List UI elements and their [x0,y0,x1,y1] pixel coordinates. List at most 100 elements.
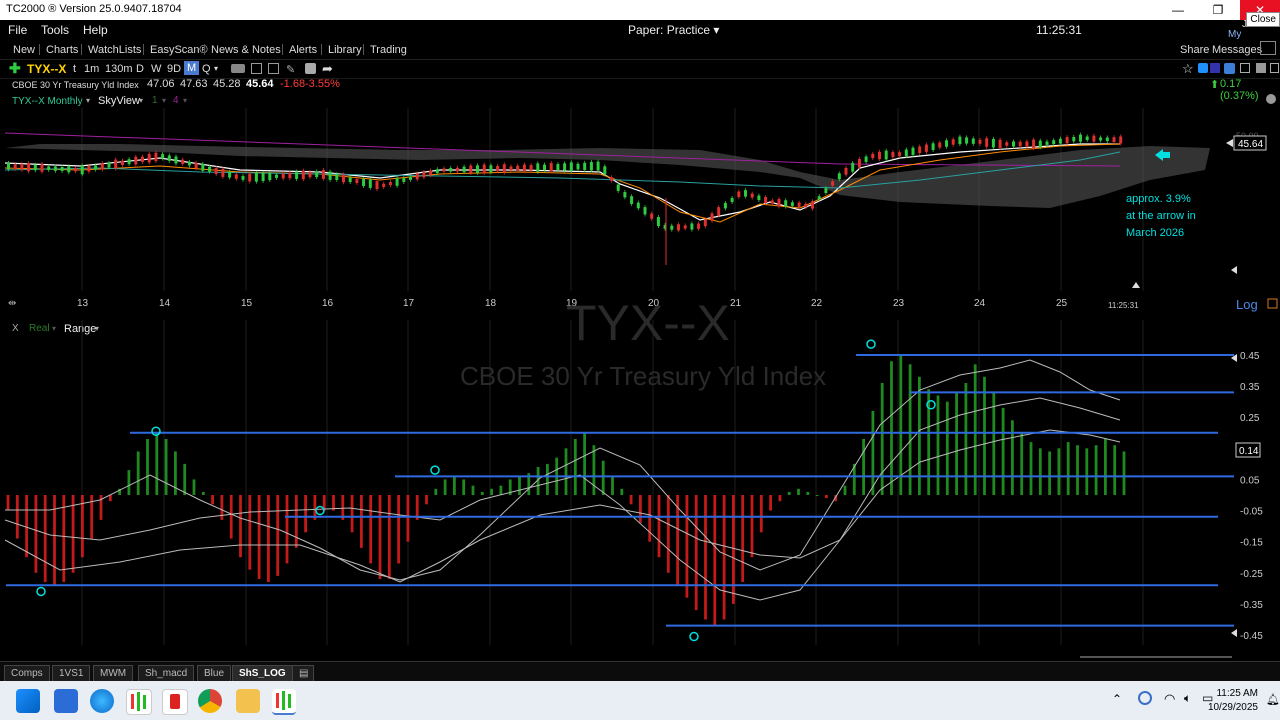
taskbar-clock[interactable]: 11:25 AM 10/29/2025 [1208,687,1258,715]
timeframe-9d[interactable]: 9D [167,63,181,75]
favorite-star-icon[interactable]: ☆ [1182,61,1194,77]
minimize-button[interactable]: — [1158,0,1198,20]
timeframe-1m[interactable]: 1m [84,63,99,75]
up-arrow-icon: ⬆ [1210,79,1220,91]
study-param-2[interactable]: 4 [173,95,179,106]
pdf-reader-icon[interactable] [162,689,188,715]
watermark-name: CBOE 30 Yr Treasury Yld Index [460,361,826,391]
high-value: 47.63 [180,78,208,90]
candle-body [141,156,144,162]
timeframe-tick[interactable]: t [73,63,76,75]
settings-icon[interactable] [1266,94,1276,104]
oscillator-bar [43,495,47,583]
param-1-dropdown-icon[interactable]: ▾ [162,96,166,105]
sync-icon[interactable] [1138,691,1152,705]
menu-file[interactable]: File [8,23,27,37]
tab-shs-log[interactable]: ShS_LOG [232,665,293,681]
volume-icon[interactable]: 🔈︎ [1184,691,1191,706]
nav-easyscan[interactable]: EasyScan® [150,44,208,56]
menu-help[interactable]: Help [83,23,108,37]
candle-body [1105,137,1109,142]
oscillator-bar [862,439,865,495]
chat-icon[interactable] [1260,41,1276,55]
tab-new-icon[interactable]: ▤ [292,665,314,681]
menu-tools[interactable]: Tools [41,23,69,37]
signal-line-3 [4,429,1121,583]
skyview-dropdown-icon[interactable]: ▾ [139,96,143,105]
annotation-icon[interactable] [305,63,316,74]
candle-body [1065,137,1069,144]
account-selector[interactable]: Paper: Practice ▾ [628,23,719,37]
store-icon[interactable] [54,689,78,713]
add-indicator-icon[interactable] [268,63,279,74]
messages-button[interactable]: Messages [1212,44,1262,56]
timeframe-daily[interactable]: D [136,63,144,75]
oscillator-bar [583,432,586,495]
oscillator-bar [397,495,400,564]
tray-overflow-icon[interactable]: ⌃ [1112,692,1122,706]
skyview-label[interactable]: SkyView [98,95,140,107]
file-explorer-icon[interactable] [236,689,260,713]
price-chart[interactable]: 50.00 45.64 approx. 3.9% at the arrow in… [0,108,1280,315]
nav-trading[interactable]: Trading [370,44,407,56]
maximize-button[interactable]: ❐ [1198,0,1238,20]
nav-alerts[interactable]: Alerts [289,44,317,56]
candle-body [67,166,71,173]
oscillator-bar [769,495,772,511]
tc2000-pinned-icon[interactable] [126,689,152,715]
candle-body [295,171,299,179]
rt-icon[interactable] [1198,63,1208,73]
share-button[interactable]: Share [1180,44,1209,56]
edge-icon[interactable] [90,689,114,713]
wifi-icon[interactable]: ◠ [1164,691,1175,707]
print-icon[interactable] [1240,63,1250,73]
chrome-icon[interactable] [198,689,222,713]
oscillator-chart[interactable]: TYX--X CBOE 30 Yr Treasury Yld Index 0.4… [0,300,1280,660]
param-2-dropdown-icon[interactable]: ▾ [183,96,187,105]
study-param-1[interactable]: 1 [152,95,158,106]
rt-badge-icon[interactable] [1210,63,1220,73]
timeframe-130m[interactable]: 130m [105,63,133,75]
oscillator-bar [378,495,382,579]
watermark-symbol: TYX--X [566,300,730,351]
candle-body [482,164,486,174]
oscillator-bar [6,495,10,511]
candle-body [281,173,285,179]
maximize-chart-icon[interactable] [1270,63,1279,73]
nav-watchlists[interactable]: WatchLists [88,44,141,56]
oscillator-bar [211,495,214,505]
minimize-chart-icon[interactable] [1256,63,1266,73]
candle-body [784,200,788,207]
timeframe-monthly[interactable]: M [184,61,200,75]
bar-type-icon[interactable] [231,64,245,73]
draw-tool-icon[interactable]: ✎ [286,63,295,76]
oscillator-bar [741,495,745,583]
tab-1vs1[interactable]: 1VS1 [52,665,91,681]
tab-mwm[interactable]: MWM [93,665,134,681]
notification-bell-icon[interactable]: 🔔︎ [1266,693,1280,706]
oscillator-bar [964,383,968,495]
study-label[interactable]: TYX--X Monthly [12,96,83,107]
nav-charts[interactable]: Charts [46,44,78,56]
tab-comps[interactable]: Comps [4,665,50,681]
symbol-input[interactable]: TYX--X [27,62,66,76]
timeframe-dropdown-icon[interactable]: ▾ [214,64,218,73]
layout-icon[interactable] [251,63,262,74]
share-arrow-icon[interactable]: ➦ [322,61,333,77]
change-percent: -3.55% [305,78,340,90]
study-dropdown-icon[interactable]: ▾ [86,96,90,105]
timeframe-quarterly[interactable]: Q [202,63,211,75]
candle-body [355,179,359,184]
nav-library[interactable]: Library [328,44,362,56]
tab-blue[interactable]: Blue [197,665,232,681]
nav-news-notes[interactable]: News & Notes [211,44,281,56]
timeframe-weekly[interactable]: W [151,63,161,75]
tc2000-running-icon[interactable] [272,689,296,715]
add-symbol-icon[interactable]: ✚ [9,60,21,77]
candle-body [811,201,814,209]
candle-body [1112,137,1116,143]
nav-new[interactable]: New [13,44,35,56]
tab-sh-macd[interactable]: Sh_macd [138,665,195,681]
s-badge-icon[interactable] [1224,63,1235,74]
windows-start-icon[interactable] [16,689,40,713]
